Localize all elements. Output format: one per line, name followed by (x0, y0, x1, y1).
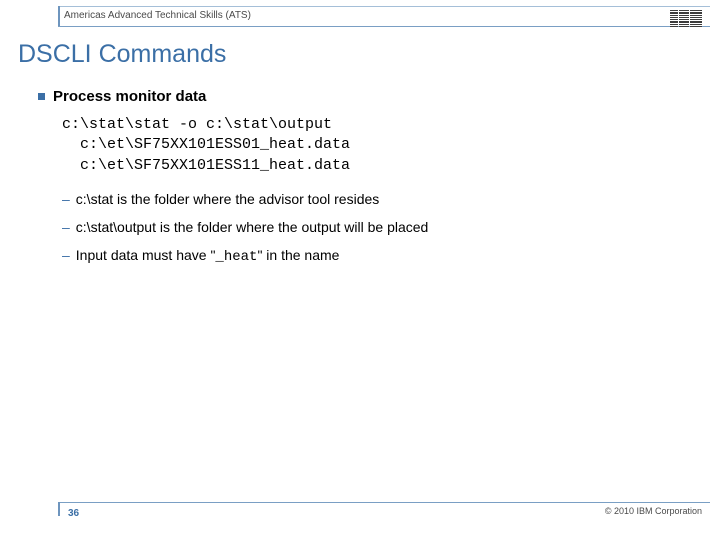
code-block: c:\stat\stat -o c:\stat\output c:\et\SF7… (62, 115, 690, 176)
header-rule-top (58, 6, 710, 7)
footer-tick (58, 502, 60, 516)
mono-text: _heat (215, 249, 257, 265)
dash-icon: – (62, 246, 70, 264)
dash-icon: – (62, 190, 70, 208)
header-tick (58, 6, 60, 26)
code-line: c:\stat\stat -o c:\stat\output (62, 115, 690, 135)
copyright-text: © 2010 IBM Corporation (605, 506, 702, 516)
bullet-level-1: Process monitor data (38, 88, 690, 105)
header-bar: Americas Advanced Technical Skills (ATS) (0, 6, 720, 30)
slide: Americas Advanced Technical Skills (ATS)… (0, 0, 720, 540)
sub-bullet-text: c:\stat\output is the folder where the o… (76, 218, 429, 236)
dash-icon: – (62, 218, 70, 236)
text-part: Input data must have " (76, 247, 216, 263)
bullet-text: Process monitor data (53, 88, 206, 105)
sub-bullet-text: c:\stat is the folder where the advisor … (76, 190, 379, 208)
header-rule-bottom (58, 26, 710, 27)
sub-bullet: – c:\stat is the folder where the adviso… (62, 190, 690, 208)
page-number-text: 36 (68, 508, 79, 519)
content-area: Process monitor data c:\stat\stat -o c:\… (38, 88, 690, 276)
ibm-logo-icon (670, 10, 702, 27)
text-part: " in the name (257, 247, 339, 263)
square-bullet-icon (38, 93, 45, 100)
page-title: DSCLI Commands (18, 40, 226, 69)
code-line: c:\et\SF75XX101ESS11_heat.data (62, 156, 690, 176)
sub-bullet: – Input data must have "_heat" in the na… (62, 246, 690, 266)
page-number: 36 36 (68, 508, 79, 519)
breadcrumb: Americas Advanced Technical Skills (ATS) (64, 10, 251, 21)
footer-rule (58, 502, 710, 503)
footer-bar: 36 36 © 2010 IBM Corporation (0, 504, 720, 524)
code-line: c:\et\SF75XX101ESS01_heat.data (62, 135, 690, 155)
sub-bullet: – c:\stat\output is the folder where the… (62, 218, 690, 236)
sub-bullet-text: Input data must have "_heat" in the name (76, 246, 340, 266)
